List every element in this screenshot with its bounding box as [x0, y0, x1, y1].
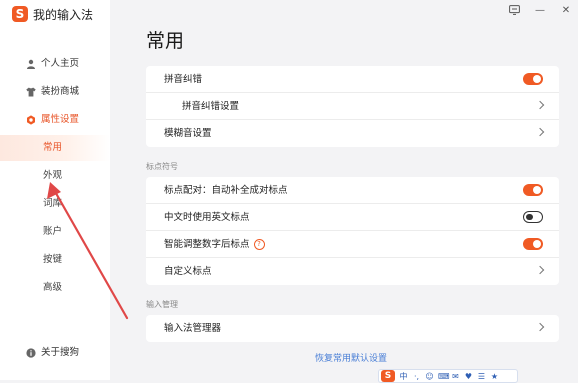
- page-title: 常用: [146, 30, 185, 52]
- titlebar: — ✕: [508, 4, 572, 16]
- sidebar-subitem-account[interactable]: 账户: [0, 219, 110, 245]
- setting-row-punct-pairing: 标点配对：自动补全成对标点: [146, 177, 559, 204]
- setting-label: 智能调整数字后标点?: [164, 231, 265, 258]
- smart-number-punct-toggle[interactable]: [523, 238, 543, 250]
- info-icon: [26, 348, 36, 358]
- chevron-right-icon: [535, 127, 545, 137]
- sidebar-item-shop[interactable]: 装扮商城: [0, 79, 110, 105]
- settings-card-punctuation: 标点配对：自动补全成对标点 中文时使用英文标点 智能调整数字后标点? 自定义标点: [146, 177, 559, 285]
- sidebar-subitem-keys[interactable]: 按键: [0, 247, 110, 273]
- app-title: 我的输入法: [33, 7, 94, 22]
- setting-label: 自定义标点: [164, 266, 212, 277]
- shirt-icon: [26, 87, 36, 97]
- setting-row-ime-manager[interactable]: 输入法管理器: [146, 315, 559, 342]
- sidebar-subitem-label: 高级: [43, 282, 63, 293]
- sidebar-subitem-label: 词库: [43, 198, 63, 209]
- setting-row-smart-number-punct: 智能调整数字后标点?: [146, 231, 559, 258]
- setting-row-custom-punct[interactable]: 自定义标点: [146, 258, 559, 285]
- sidebar-subitem-dictionary[interactable]: 词库: [0, 191, 110, 217]
- section-label-input-management: 输入管理: [146, 300, 178, 309]
- sidebar-item-label: 属性设置: [41, 114, 80, 125]
- heart-icon[interactable]: ♥: [464, 372, 473, 381]
- restore-defaults-link[interactable]: 恢复常用默认设置: [315, 351, 387, 364]
- sidebar-item-label: 装扮商城: [41, 86, 80, 97]
- sidebar-subitem-appearance[interactable]: 外观: [0, 163, 110, 189]
- help-icon[interactable]: ?: [253, 239, 265, 250]
- setting-label: 中文时使用英文标点: [164, 212, 250, 223]
- settings-icon: [27, 115, 35, 125]
- sidebar-subitem-common[interactable]: 常用: [0, 135, 110, 161]
- chevron-right-icon: [535, 100, 545, 110]
- setting-label: 输入法管理器: [164, 323, 222, 334]
- mail-icon[interactable]: ✉: [451, 372, 460, 381]
- setting-row-english-punct: 中文时使用英文标点: [146, 204, 559, 231]
- section-label-punctuation: 标点符号: [146, 162, 178, 171]
- user-icon: [27, 59, 35, 69]
- menu-icon[interactable]: ☰: [477, 372, 486, 381]
- sidebar-item-label: 个人主页: [41, 58, 80, 69]
- sidebar-subitem-label: 常用: [43, 142, 63, 153]
- keyboard-icon[interactable]: ⌨: [438, 372, 450, 381]
- sidebar-item-label: 关于搜狗: [41, 347, 80, 358]
- star-icon[interactable]: ★: [490, 372, 499, 381]
- setting-label: 模糊音设置: [164, 128, 212, 139]
- app-logo-icon: S: [12, 6, 28, 22]
- setting-label-text: 智能调整数字后标点: [164, 239, 250, 250]
- punct-pairing-toggle[interactable]: [523, 184, 543, 196]
- sidebar-subitem-label: 账户: [43, 226, 63, 237]
- settings-card-pinyin: 拼音纠错 拼音纠错设置 模糊音设置: [146, 66, 559, 147]
- english-punct-toggle[interactable]: [523, 211, 543, 223]
- main-panel: — ✕ 常用 拼音纠错 拼音纠错设置 模糊音设置 标点符号 标点配对：自动补全成…: [110, 0, 578, 380]
- setting-label: 标点配对：自动补全成对标点: [164, 185, 288, 196]
- punct-mode-icon[interactable]: ·,: [412, 372, 421, 381]
- setting-row-pinyin-correction-settings[interactable]: 拼音纠错设置: [146, 93, 559, 120]
- chevron-right-icon: [535, 322, 545, 332]
- setting-row-pinyin-correction: 拼音纠错: [146, 66, 559, 93]
- setting-label: 拼音纠错: [164, 74, 203, 85]
- ime-status-bar: S 中 ·, ☺ ⌨ ✉ ♥ ☰ ★: [378, 369, 518, 383]
- pinyin-correction-toggle[interactable]: [523, 73, 543, 85]
- sidebar-item-profile[interactable]: 个人主页: [0, 51, 110, 77]
- sidebar-subitem-label: 按键: [43, 254, 63, 265]
- sidebar-subitem-advanced[interactable]: 高级: [0, 275, 110, 301]
- chevron-right-icon: [535, 265, 545, 275]
- settings-card-input-management: 输入法管理器: [146, 315, 559, 342]
- sidebar-subitem-label: 外观: [43, 170, 63, 181]
- sogou-logo-icon[interactable]: S: [381, 370, 395, 382]
- setting-label: 拼音纠错设置: [182, 101, 240, 112]
- brand: S 我的输入法: [12, 6, 93, 22]
- sidebar-item-about[interactable]: 关于搜狗: [0, 340, 110, 366]
- sidebar-item-settings[interactable]: 属性设置: [0, 107, 110, 133]
- setting-row-fuzzy-sound[interactable]: 模糊音设置: [146, 120, 559, 147]
- sidebar: S 我的输入法 个人主页 装扮商城 属性设置 常用 外观 词库 账户 按键 高级: [0, 0, 110, 380]
- emoji-icon[interactable]: ☺: [425, 372, 434, 381]
- minimize-icon[interactable]: —: [534, 4, 546, 16]
- menu-box-icon[interactable]: [508, 4, 520, 16]
- close-icon[interactable]: ✕: [560, 4, 572, 16]
